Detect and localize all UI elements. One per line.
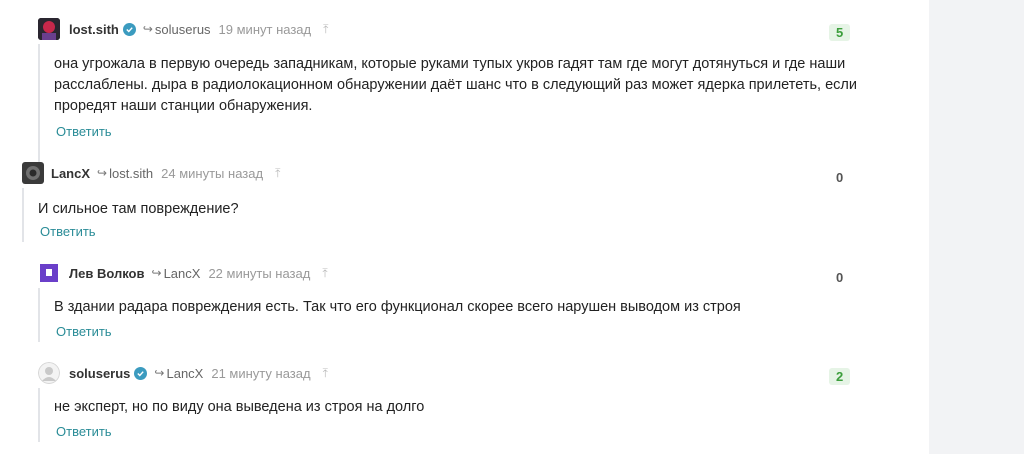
comment-text: не эксперт, но по виду она выведена из с… — [54, 399, 425, 415]
reply-to-name: lost.sith — [109, 165, 154, 181]
comment-time[interactable]: 19 минут назад — [219, 22, 312, 37]
comment-time[interactable]: 22 минуты назад — [208, 266, 310, 281]
permalink-icon[interactable]: ⤒ — [323, 22, 328, 37]
verified-icon — [122, 22, 136, 36]
comment-lost-sith: lost.sith ↪ soluserus 19 минут назад ⤒ он… — [38, 18, 868, 164]
thread-line — [38, 44, 40, 164]
reply-to-name: LancX — [163, 265, 201, 281]
comment-lev-volkov: Лев Волков ↪ LancX 22 минуты назад ⤒ В зд… — [38, 262, 868, 342]
comment-text: В здании радара повреждения есть. Так чт… — [54, 299, 741, 315]
reply-button[interactable]: Ответить — [40, 224, 96, 239]
verified-icon — [134, 366, 148, 380]
right-sidebar-panel — [929, 0, 1024, 454]
comment-author[interactable]: lost.sith — [69, 22, 119, 37]
thread-line — [22, 188, 24, 242]
thread-line — [38, 388, 40, 442]
reply-to-name: LancX — [166, 365, 204, 381]
comment-lancx: LancX ↪ lost.sith 24 минуты назад ⤒ И сил… — [22, 162, 852, 242]
reply-button[interactable]: Ответить — [56, 324, 112, 339]
comment-text: она угрожала в первую очередь западникам… — [54, 56, 857, 114]
reply-arrow-icon: ↪ — [151, 266, 162, 280]
reply-to-name: soluserus — [154, 21, 211, 37]
comment-header: lost.sith ↪ soluserus 19 минут назад ⤒ — [38, 18, 328, 40]
comment-header: soluserus ↪ LancX 21 минуту назад ⤒ — [38, 362, 328, 384]
reply-arrow-icon: ↪ — [154, 366, 165, 380]
comment-time[interactable]: 24 минуты назад — [161, 166, 263, 181]
reply-arrow-icon: ↪ — [97, 166, 108, 180]
reply-arrow-icon: ↪ — [142, 22, 153, 36]
reply-to-link[interactable]: ↪ soluserus — [143, 22, 211, 37]
permalink-icon[interactable]: ⤒ — [322, 266, 327, 281]
permalink-icon[interactable]: ⤒ — [323, 366, 328, 381]
comment-time[interactable]: 21 минуту назад — [211, 366, 310, 381]
reply-button[interactable]: Ответить — [56, 124, 112, 139]
thread-line — [38, 288, 40, 342]
reply-to-link[interactable]: ↪ lost.sith — [97, 166, 153, 181]
comment-score: 0 — [836, 270, 844, 285]
comment-score: 0 — [836, 170, 844, 185]
avatar[interactable] — [38, 262, 60, 284]
comment-soluserus: soluserus ↪ LancX 21 минуту назад ⤒ не эк… — [38, 362, 868, 442]
comment-header: Лев Волков ↪ LancX 22 минуты назад ⤒ — [38, 262, 328, 284]
permalink-icon[interactable]: ⤒ — [275, 166, 280, 181]
comment-text: И сильное там повреждение? — [38, 201, 239, 217]
reply-to-link[interactable]: ↪ LancX — [152, 266, 201, 281]
comment-author[interactable]: Лев Волков — [69, 266, 145, 281]
comment-score: 5 — [829, 24, 851, 41]
reply-to-link[interactable]: ↪ LancX — [154, 366, 203, 381]
comment-author[interactable]: soluserus — [69, 366, 130, 381]
avatar[interactable] — [38, 18, 60, 40]
comment-author[interactable]: LancX — [51, 166, 90, 181]
comment-score: 2 — [829, 368, 851, 385]
avatar[interactable] — [38, 362, 60, 384]
reply-button[interactable]: Ответить — [56, 424, 112, 439]
comment-header: LancX ↪ lost.sith 24 минуты назад ⤒ — [22, 162, 280, 184]
avatar[interactable] — [22, 162, 44, 184]
